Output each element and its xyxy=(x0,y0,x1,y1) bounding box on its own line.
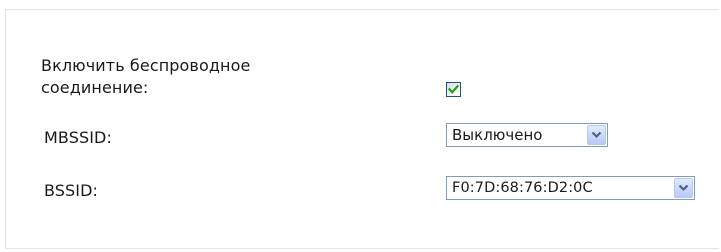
enable-wireless-label-line2: соединение: xyxy=(41,78,149,97)
enable-wireless-label-line1: Включить беспроводное xyxy=(41,56,251,75)
bssid-label: BSSID: xyxy=(44,181,99,200)
mbssid-select-value: Выключено xyxy=(452,126,543,144)
mbssid-select[interactable]: Выключено xyxy=(446,123,608,147)
enable-wireless-checkbox[interactable] xyxy=(446,82,461,97)
chevron-down-icon xyxy=(678,184,689,192)
enable-wireless-label: Включить беспроводное соединение: xyxy=(41,55,341,99)
bssid-select[interactable]: F0:7D:68:76:D2:0C xyxy=(446,176,695,200)
wireless-settings-panel xyxy=(5,9,719,249)
bssid-select-value: F0:7D:68:76:D2:0C xyxy=(452,180,593,196)
bssid-dropdown-button[interactable] xyxy=(674,178,693,198)
mbssid-dropdown-button[interactable] xyxy=(587,125,606,145)
chevron-down-icon xyxy=(591,131,602,139)
mbssid-label: MBSSID: xyxy=(44,128,112,147)
checkmark-icon xyxy=(448,84,459,94)
